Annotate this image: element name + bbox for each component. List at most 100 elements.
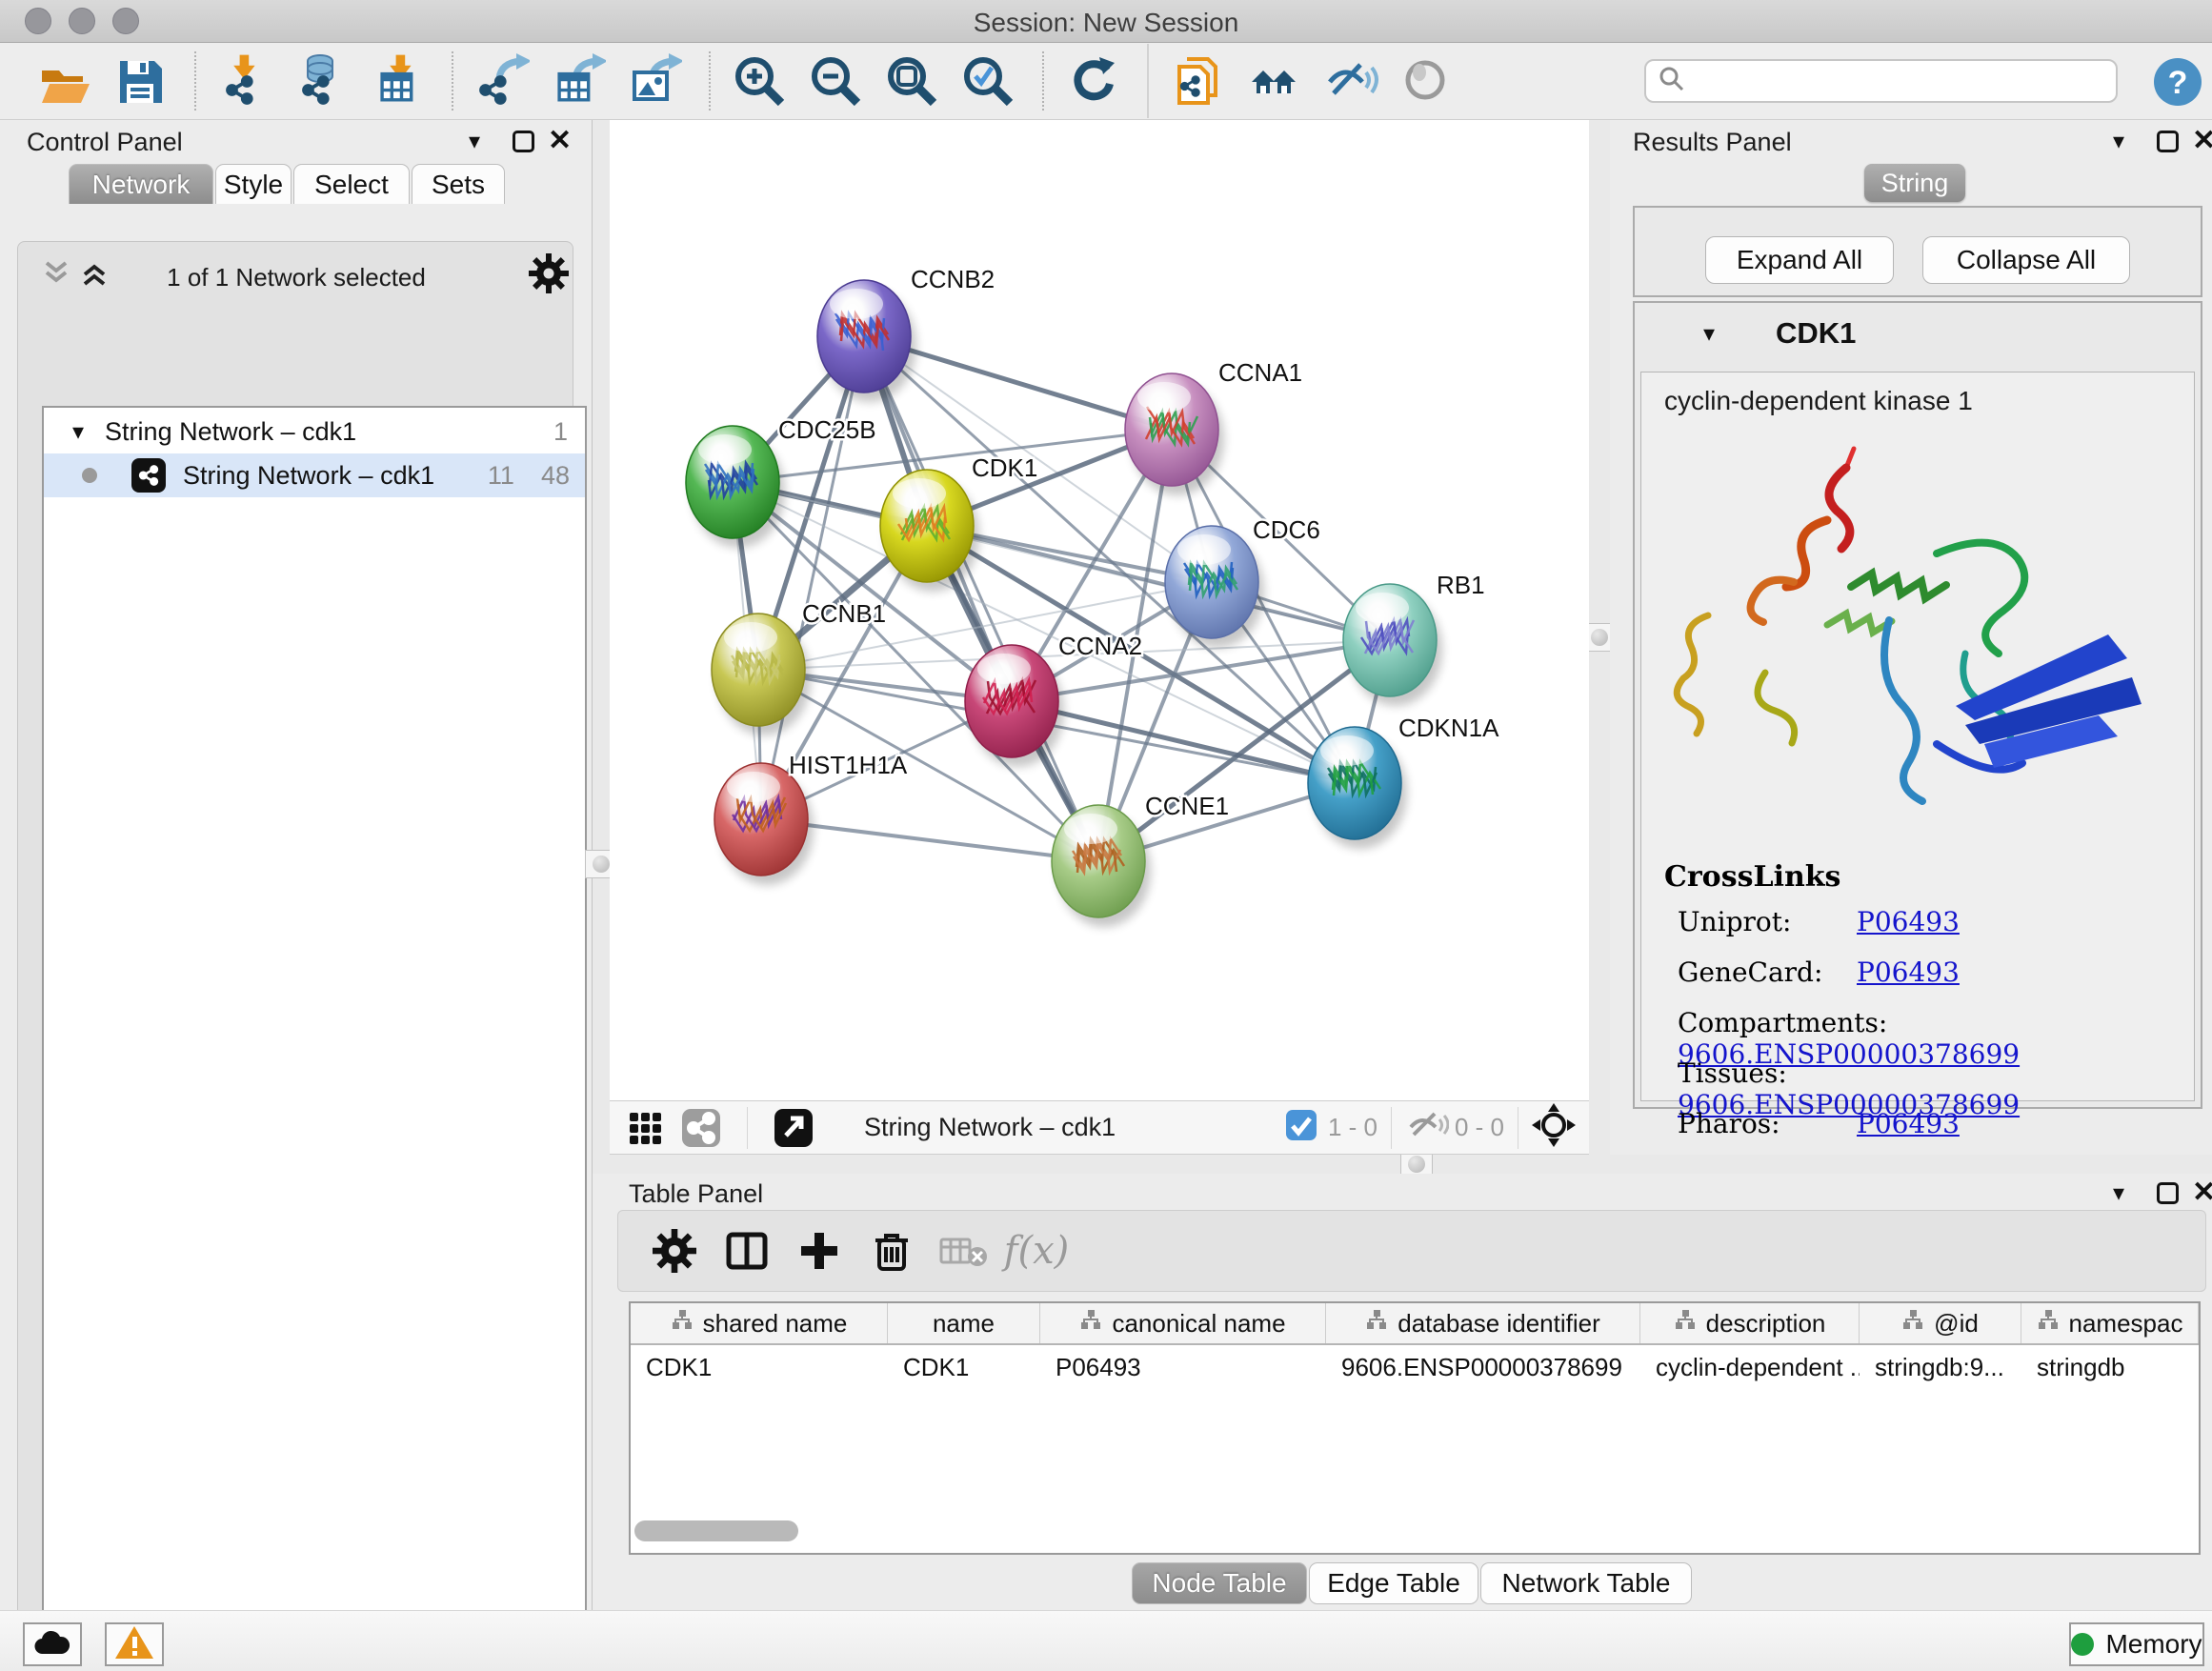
string-document-icon[interactable] (1170, 51, 1229, 111)
network-node-CDC6[interactable]: CDC6 (1165, 515, 1320, 648)
control-panel-close-icon[interactable]: ✕ (548, 130, 572, 151)
network-node-CDKN1A[interactable]: CDKN1A (1308, 714, 1499, 849)
export-image-icon[interactable] (625, 51, 684, 111)
glass-ball-icon[interactable] (1398, 51, 1458, 111)
eye-slash-icon[interactable] (1322, 51, 1381, 111)
zoom-out-icon[interactable] (806, 51, 865, 111)
results-panel-maximize-icon[interactable] (2157, 131, 2179, 152)
right-splitter[interactable] (1589, 120, 1610, 1155)
network-node-HIST1H1A[interactable]: HIST1H1A (714, 751, 908, 885)
tab-style[interactable]: Style (215, 164, 292, 204)
add-column-icon[interactable] (786, 1224, 853, 1278)
column-type-icon (1365, 1309, 1388, 1339)
column-header-canonical-name[interactable]: canonical name (1040, 1303, 1326, 1343)
table-horizontal-scrollbar[interactable] (634, 1520, 798, 1541)
network-node-CCNE1[interactable]: CCNE1 (1052, 792, 1229, 927)
memory-label: Memory (2105, 1629, 2202, 1660)
table-cell[interactable]: P06493 (1040, 1345, 1326, 1389)
tab-string[interactable]: String (1864, 164, 1965, 202)
node-label-RB1: RB1 (1437, 571, 1485, 599)
table-cell[interactable]: stringdb (2021, 1345, 2199, 1389)
node-table[interactable]: shared namenamecanonical namedatabase id… (629, 1301, 2201, 1555)
zoom-in-icon[interactable] (730, 51, 789, 111)
warnings-button[interactable] (105, 1622, 164, 1666)
collection-expand-caret[interactable]: ▾ (72, 418, 84, 446)
column-header-description[interactable]: description (1640, 1303, 1860, 1343)
gene-collapse-caret[interactable]: ▾ (1703, 320, 1715, 348)
help-button[interactable]: ? (2153, 57, 2202, 107)
column-header-name[interactable]: name (888, 1303, 1040, 1343)
network-collection-row[interactable]: ▾ String Network – cdk1 1 (44, 410, 585, 453)
network-options-gear-icon[interactable] (529, 253, 569, 298)
table-cell[interactable]: stringdb:9... (1860, 1345, 2021, 1389)
table-panel-float-icon[interactable]: ▾ (2113, 1179, 2124, 1207)
grid-view-icon[interactable] (621, 1098, 669, 1158)
tab-node-table[interactable]: Node Table (1132, 1562, 1307, 1604)
table-row[interactable]: CDK1CDK1P064939606.ENSP00000378699cyclin… (631, 1345, 2199, 1389)
toolbar-separator (1147, 44, 1149, 118)
show-columns-icon[interactable] (714, 1224, 780, 1278)
column-header-label: namespac (2069, 1309, 2183, 1339)
delete-column-icon[interactable] (858, 1224, 925, 1278)
fit-content-crosshair-icon[interactable] (1532, 1103, 1576, 1152)
table-gear-icon[interactable] (641, 1224, 708, 1278)
table-cell[interactable]: CDK1 (888, 1345, 1040, 1389)
cloud-button[interactable] (23, 1622, 82, 1666)
network-node-CCNA1[interactable]: CCNA1 (1125, 358, 1302, 495)
results-panel-float-icon[interactable]: ▾ (2113, 128, 2124, 155)
tab-select[interactable]: Select (293, 164, 410, 204)
zoom-selected-icon[interactable] (958, 51, 1017, 111)
export-network-icon[interactable] (473, 51, 532, 111)
birds-eye-view-icon[interactable] (769, 1098, 818, 1158)
column-header-@id[interactable]: @id (1860, 1303, 2021, 1343)
crosslink-value-link[interactable]: P06493 (1857, 1108, 1960, 1139)
results-panel-close-icon[interactable]: ✕ (2192, 130, 2212, 151)
network-node-CCNA2[interactable]: CCNA2 (965, 632, 1142, 767)
collapse-all-button[interactable]: Collapse All (1922, 236, 2130, 284)
open-session-icon[interactable] (34, 51, 93, 111)
search-input[interactable] (1696, 67, 2096, 96)
column-header-database-identifier[interactable]: database identifier (1326, 1303, 1640, 1343)
table-panel-maximize-icon[interactable] (2157, 1182, 2179, 1204)
crosslink-value-link[interactable]: P06493 (1857, 906, 1960, 937)
tab-network[interactable]: Network (69, 164, 213, 204)
tab-network-table[interactable]: Network Table (1480, 1562, 1692, 1604)
collection-label: String Network – cdk1 (105, 417, 356, 447)
crosslink-value-link[interactable]: P06493 (1857, 956, 1960, 988)
save-session-icon[interactable] (111, 51, 170, 111)
table-cell[interactable]: cyclin-dependent ... (1640, 1345, 1860, 1389)
network-edge-CCNB2-HIST1H1A[interactable] (761, 336, 864, 819)
import-network-file-icon[interactable] (215, 51, 274, 111)
network-edge-CCNB2-CCNE1[interactable] (864, 336, 1098, 861)
column-header-namespac[interactable]: namespac (2021, 1303, 2199, 1343)
export-table-icon[interactable] (549, 51, 608, 111)
share-view-icon[interactable] (676, 1098, 726, 1158)
string-home-icon[interactable] (1246, 51, 1305, 111)
control-panel-maximize-icon[interactable] (513, 131, 534, 152)
tab-edge-table[interactable]: Edge Table (1309, 1562, 1478, 1604)
network-node-RB1[interactable]: RB1 (1343, 571, 1485, 706)
tab-sets[interactable]: Sets (412, 164, 505, 204)
refresh-icon[interactable] (1063, 51, 1122, 111)
memory-button[interactable]: Memory (2069, 1622, 2204, 1666)
network-row[interactable]: String Network – cdk1 11 48 (44, 453, 585, 497)
bottom-splitter[interactable] (610, 1155, 2212, 1174)
network-node-CCNB2[interactable]: CCNB2 (817, 265, 995, 402)
selected-checkbox-icon[interactable] (1284, 1108, 1318, 1147)
table-cell[interactable]: 9606.ENSP00000378699 (1326, 1345, 1640, 1389)
collection-count: 1 (553, 417, 568, 447)
expand-all-button[interactable]: Expand All (1705, 236, 1894, 284)
network-node-CDC25B[interactable]: CDC25B (686, 415, 876, 548)
zoom-fit-icon[interactable] (882, 51, 941, 111)
column-header-shared-name[interactable]: shared name (631, 1303, 888, 1343)
table-panel-close-icon[interactable]: ✕ (2192, 1181, 2212, 1203)
control-panel-float-icon[interactable]: ▾ (469, 128, 480, 155)
table-cell[interactable]: CDK1 (631, 1345, 888, 1389)
import-table-file-icon[interactable] (368, 51, 427, 111)
network-node-CDK1[interactable]: CDK1 (880, 453, 1037, 592)
network-node-CCNB1[interactable]: CCNB1 (712, 599, 886, 735)
search-box[interactable] (1644, 59, 2118, 103)
import-network-database-icon[interactable] (292, 51, 351, 111)
network-canvas[interactable]: CCNB2 CCNA1 CDC25B CDK1 CDC6 (610, 120, 1589, 1100)
network-tab-body: 1 of 1 Network selected ▾ String Network… (17, 241, 573, 1632)
